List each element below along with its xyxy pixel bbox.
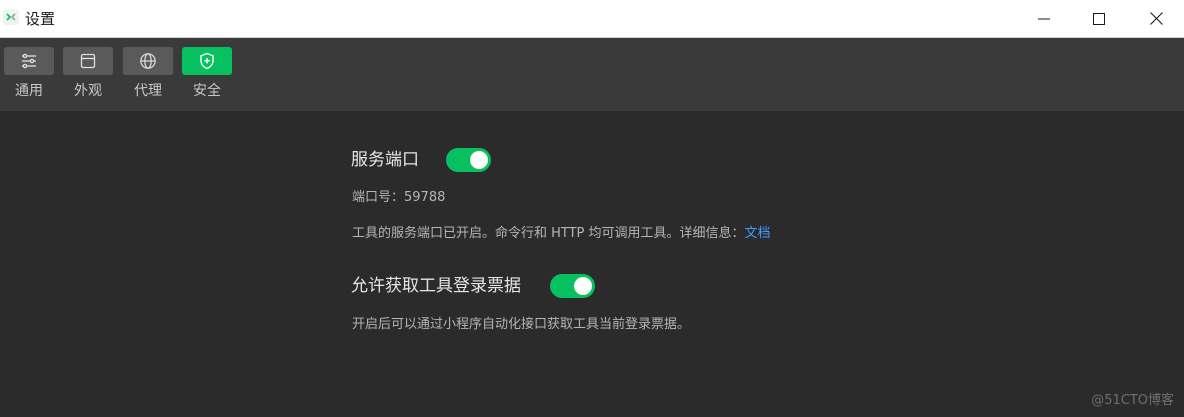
tab-appearance-button[interactable] xyxy=(63,47,113,75)
security-settings-panel: 服务端口 端口号：59788 工具的服务端口已开启。命令行和 HTTP 均可调用… xyxy=(0,111,1184,417)
minimize-button[interactable] xyxy=(1016,0,1072,37)
service-port-toggle[interactable] xyxy=(446,148,491,172)
app-logo-icon xyxy=(3,9,19,25)
tab-security-label: 安全 xyxy=(193,83,221,99)
service-port-title: 服务端口 xyxy=(351,150,419,170)
tab-proxy-label: 代理 xyxy=(134,83,162,99)
window-title: 设置 xyxy=(25,10,56,28)
tab-appearance[interactable]: 外观 xyxy=(63,47,113,100)
tab-proxy-button[interactable] xyxy=(123,47,173,75)
minimize-icon xyxy=(1038,18,1050,19)
close-icon xyxy=(1149,12,1163,25)
tab-proxy[interactable]: 代理 xyxy=(123,47,173,100)
tab-security-button[interactable] xyxy=(182,47,232,75)
service-port-description-text: 工具的服务端口已开启。命令行和 HTTP 均可调用工具。详细信息： xyxy=(352,226,745,241)
toggle-knob xyxy=(574,277,592,295)
toggle-knob xyxy=(470,151,488,169)
doc-link[interactable]: 文档 xyxy=(745,226,771,241)
login-ticket-description: 开启后可以通过小程序自动化接口获取工具当前登录票据。 xyxy=(352,317,691,332)
shield-icon xyxy=(200,52,214,70)
watermark: @51CTO博客 xyxy=(1091,393,1174,408)
port-number-label: 端口号：59788 xyxy=(352,190,446,205)
maximize-button[interactable] xyxy=(1071,0,1127,37)
tab-security[interactable]: 安全 xyxy=(182,47,232,100)
tab-general-label: 通用 xyxy=(15,83,43,99)
tab-general[interactable]: 通用 xyxy=(4,47,54,100)
tab-general-button[interactable] xyxy=(4,47,54,75)
globe-icon xyxy=(140,53,156,69)
window-icon xyxy=(80,53,96,69)
maximize-icon xyxy=(1093,12,1105,25)
login-ticket-toggle[interactable] xyxy=(550,274,595,298)
login-ticket-title: 允许获取工具登录票据 xyxy=(351,276,521,296)
tab-appearance-label: 外观 xyxy=(74,83,102,99)
settings-window: 设置 通用 外观 代理 安全 服务端口 端口号：59788 工具的服务端口已开启… xyxy=(0,0,1184,417)
settings-toolbar: 通用 外观 代理 安全 xyxy=(0,38,1184,111)
service-port-description: 工具的服务端口已开启。命令行和 HTTP 均可调用工具。详细信息：文档 xyxy=(352,225,771,243)
sliders-icon xyxy=(22,53,36,69)
title-bar: 设置 xyxy=(0,0,1184,38)
close-button[interactable] xyxy=(1128,0,1184,37)
